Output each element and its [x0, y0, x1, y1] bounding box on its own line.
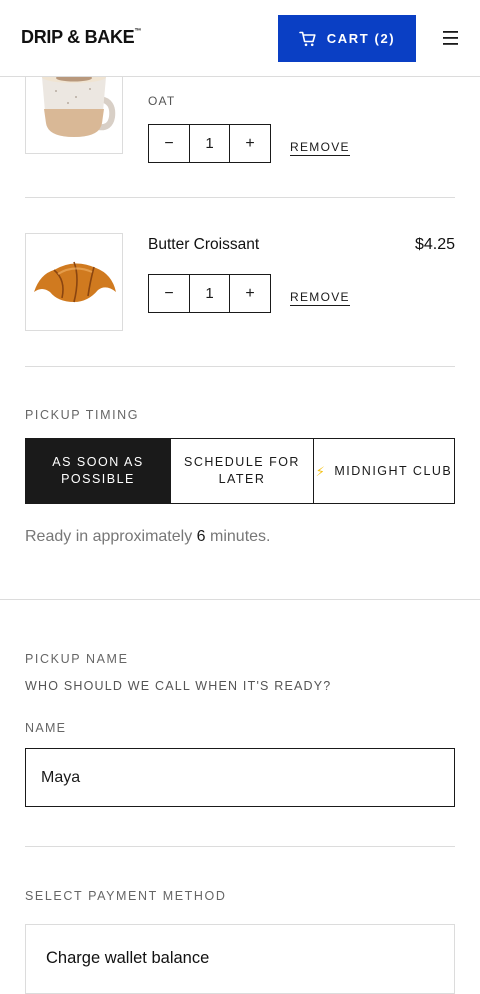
- increment-button[interactable]: +: [230, 275, 270, 312]
- increment-button[interactable]: +: [230, 125, 270, 162]
- cart-icon: [298, 31, 316, 46]
- ready-minutes: 6: [196, 528, 206, 545]
- timing-option-asap[interactable]: AS SOON AS POSSIBLE: [26, 439, 170, 503]
- section-divider: [25, 846, 455, 847]
- quantity-value: 1: [189, 125, 230, 162]
- cart-button[interactable]: CART (2): [278, 15, 416, 62]
- name-field[interactable]: [25, 748, 455, 807]
- timing-option-schedule[interactable]: SCHEDULE FOR LATER: [170, 439, 313, 503]
- cart-item-price: $4.25: [414, 236, 455, 253]
- brand-logo-text: DRIP & BAKE: [21, 27, 135, 47]
- remove-item-button[interactable]: REMOVE: [290, 290, 350, 306]
- name-field-label: NAME: [25, 721, 67, 735]
- item-divider: [25, 197, 455, 198]
- brand-logo[interactable]: DRIP & BAKE™: [21, 27, 141, 48]
- ready-estimate: Ready in approximately 6 minutes.: [25, 528, 270, 546]
- timing-option-label: AS SOON AS: [52, 455, 144, 469]
- payment-method-label: SELECT PAYMENT METHOD: [25, 889, 227, 903]
- decrement-button[interactable]: −: [149, 275, 189, 312]
- remove-item-button[interactable]: REMOVE: [290, 140, 350, 156]
- cart-item-image-croissant: [25, 233, 123, 331]
- pickup-name-subtitle: WHO SHOULD WE CALL WHEN IT'S READY?: [25, 679, 332, 693]
- ready-prefix: Ready in approximately: [25, 528, 193, 545]
- quantity-stepper: − 1 +: [148, 274, 271, 313]
- item-divider: [25, 366, 455, 367]
- timing-option-label: LATER: [218, 472, 266, 486]
- timing-option-label: SCHEDULE FOR: [184, 455, 300, 469]
- ready-suffix: minutes.: [210, 528, 271, 545]
- pickup-timing-selector: AS SOON AS POSSIBLE SCHEDULE FOR LATER ⚡…: [25, 438, 455, 504]
- section-divider: [0, 599, 480, 600]
- cart-item-variant: OAT: [148, 94, 176, 108]
- pickup-timing-label: PICKUP TIMING: [25, 408, 140, 422]
- payment-option-label: Charge wallet balance: [46, 949, 210, 967]
- croissant-image: [34, 261, 116, 303]
- pickup-name-label: PICKUP NAME: [25, 652, 129, 666]
- cart-item-name[interactable]: Butter Croissant: [148, 236, 259, 254]
- lightning-bolt-icon: ⚡: [315, 463, 327, 479]
- trademark-symbol: ™: [134, 28, 142, 35]
- site-header: DRIP & BAKE™ CART (2): [0, 0, 480, 77]
- timing-option-label: POSSIBLE: [61, 472, 135, 486]
- quantity-stepper: − 1 +: [148, 124, 271, 163]
- cart-button-label: CART (2): [326, 31, 396, 46]
- quantity-value: 1: [189, 275, 230, 312]
- payment-option-wallet[interactable]: Charge wallet balance: [25, 924, 455, 994]
- hamburger-menu-icon[interactable]: [440, 28, 462, 48]
- decrement-button[interactable]: −: [149, 125, 189, 162]
- timing-option-label: MIDNIGHT CLUB: [334, 463, 453, 478]
- timing-option-midnight-club[interactable]: ⚡ MIDNIGHT CLUB: [313, 439, 454, 503]
